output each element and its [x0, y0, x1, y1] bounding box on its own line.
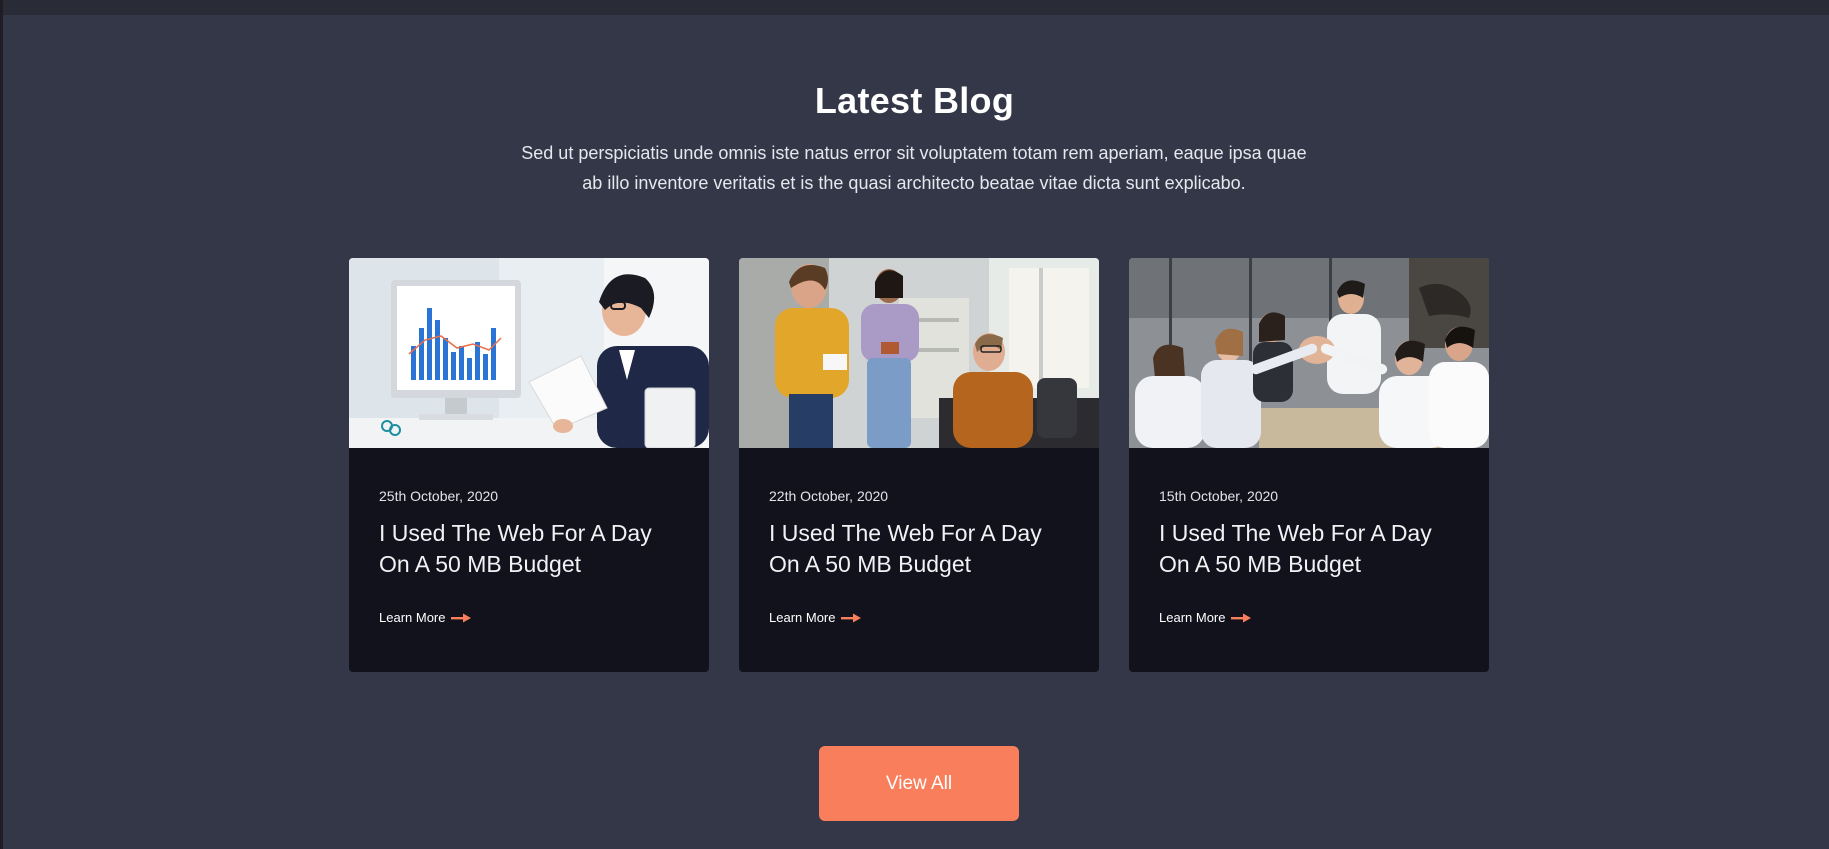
blog-card: 25th October, 2020 I Used The Web For A … [349, 258, 709, 672]
post-title[interactable]: I Used The Web For A Day On A 50 MB Budg… [769, 518, 1069, 580]
subtitle-line-2: ab illo inventore veritatis et is the qu… [582, 173, 1246, 193]
latest-blog-section: Latest Blog Sed ut perspiciatis unde omn… [0, 15, 1829, 849]
blog-card-image[interactable] [349, 258, 709, 448]
arrow-right-icon [841, 613, 862, 622]
view-all-button[interactable]: View All [819, 746, 1019, 821]
post-date: 25th October, 2020 [379, 488, 499, 504]
blog-card-image[interactable] [1129, 258, 1489, 448]
blog-card: 15th October, 2020 I Used The Web For A … [1129, 258, 1489, 672]
man-analyzing-chart-photo [349, 258, 709, 448]
section-subtitle: Sed ut perspiciatis unde omnis iste natu… [464, 138, 1364, 198]
learn-more-link[interactable]: Learn More [379, 610, 472, 625]
blog-card: 22th October, 2020 I Used The Web For A … [739, 258, 1099, 672]
learn-more-label: Learn More [769, 610, 836, 625]
learn-more-link[interactable]: Learn More [769, 610, 862, 625]
post-title[interactable]: I Used The Web For A Day On A 50 MB Budg… [379, 518, 679, 580]
subtitle-line-1: Sed ut perspiciatis unde omnis iste natu… [521, 143, 1307, 163]
arrow-right-icon [1231, 613, 1252, 622]
arrow-right-icon [451, 613, 472, 622]
learn-more-label: Learn More [1159, 610, 1226, 625]
section-title: Latest Blog [814, 80, 1015, 121]
learn-more-link[interactable]: Learn More [1159, 610, 1252, 625]
post-title[interactable]: I Used The Web For A Day On A 50 MB Budg… [1159, 518, 1459, 580]
learn-more-label: Learn More [379, 610, 446, 625]
post-date: 15th October, 2020 [1159, 488, 1279, 504]
blog-card-list: 25th October, 2020 I Used The Web For A … [349, 258, 1489, 672]
blog-card-image[interactable] [739, 258, 1099, 448]
team-discussion-office-photo [739, 258, 1099, 448]
post-date: 22th October, 2020 [769, 488, 889, 504]
team-high-five-photo [1129, 258, 1489, 448]
top-header-strip [0, 0, 1829, 15]
